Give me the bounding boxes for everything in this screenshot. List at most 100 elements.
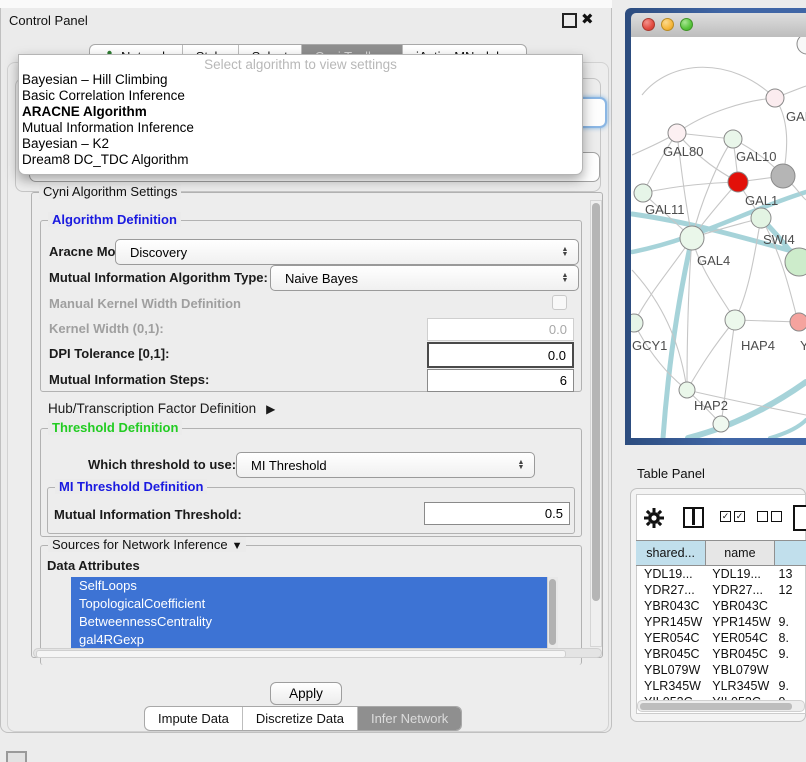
- table-cell: YER054C: [706, 630, 774, 646]
- table-row[interactable]: YPR145WYPR145W9.: [636, 614, 806, 630]
- manual-kernel-checkbox[interactable]: [552, 295, 567, 310]
- table-body: YDL19...YDL19...13YDR27...YDR27...12YBR0…: [636, 566, 806, 710]
- table-cell: YLR345W: [636, 678, 706, 694]
- network-node[interactable]: [771, 164, 795, 188]
- expanded-arrow-icon: ▼: [232, 540, 243, 552]
- mi-algorithm-type-select[interactable]: Naive Bayes ▲▼: [270, 265, 579, 291]
- attribute-list-item[interactable]: SelfLoops: [71, 577, 558, 595]
- combo-arrows-icon: ▲▼: [557, 273, 573, 283]
- network-node-gal1[interactable]: [728, 172, 748, 192]
- settings-horizontal-scrollbar[interactable]: [33, 648, 602, 658]
- network-node-y[interactable]: [790, 313, 806, 331]
- network-node-hap2[interactable]: [679, 382, 695, 398]
- attribute-list-item[interactable]: TopologicalCoefficient: [71, 595, 558, 613]
- network-node-hap4[interactable]: [725, 310, 745, 330]
- table-cell: YBR043C: [706, 598, 774, 614]
- table-row[interactable]: YBR043CYBR043C: [636, 598, 806, 614]
- table-cell: 12: [775, 582, 806, 598]
- table-row[interactable]: YER054CYER054C8.: [636, 630, 806, 646]
- node-label: HAP2: [694, 398, 728, 413]
- which-threshold-value: MI Threshold: [237, 458, 513, 473]
- algorithm-option[interactable]: ARACNE Algorithm: [19, 104, 582, 120]
- table-row[interactable]: YLR345WYLR345W9.: [636, 678, 806, 694]
- attributes-list-scrollbar[interactable]: [547, 577, 558, 649]
- collapsed-panel-icon[interactable]: [6, 751, 27, 762]
- mi-threshold-group-title: MI Threshold Definition: [55, 479, 207, 494]
- close-traffic-light-icon[interactable]: [642, 18, 655, 31]
- node-label: GAL4: [697, 253, 730, 268]
- network-node-gal4[interactable]: [680, 226, 704, 250]
- node-label: HAP4: [741, 338, 775, 353]
- hub-tf-definition-toggle[interactable]: Hub/Transcription Factor Definition▶: [48, 401, 275, 416]
- algorithm-option[interactable]: Basic Correlation Inference: [19, 88, 582, 104]
- table-row[interactable]: YBL079WYBL079W: [636, 662, 806, 678]
- tab-discretize-data[interactable]: Discretize Data: [243, 707, 358, 730]
- panel-title: Control Panel: [9, 13, 88, 28]
- network-window-titlebar[interactable]: [631, 13, 806, 38]
- tab-impute-data[interactable]: Impute Data: [145, 707, 243, 730]
- node-label: GAL1: [745, 193, 778, 208]
- aracne-mode-select[interactable]: Discovery ▲▼: [115, 239, 579, 265]
- sources-title-text: Sources for Network Inference: [52, 537, 228, 552]
- settings-gear-icon[interactable]: [643, 507, 665, 529]
- zoom-traffic-light-icon[interactable]: [680, 18, 693, 31]
- algorithm-definition-group: Algorithm Definition Aracne Mode: Discov…: [40, 220, 582, 392]
- table-row[interactable]: YBR045CYBR045C9.: [636, 646, 806, 662]
- deselect-all-icon[interactable]: [757, 511, 785, 529]
- attribute-list-item[interactable]: BetweennessCentrality: [71, 613, 558, 631]
- tab-label: Impute Data: [158, 711, 229, 726]
- sources-group-title[interactable]: Sources for Network Inference ▼: [48, 537, 246, 552]
- algorithm-option[interactable]: Bayesian – K2: [19, 136, 582, 152]
- mi-steps-field[interactable]: [427, 369, 574, 392]
- table-horizontal-scrollbar[interactable]: [637, 700, 805, 712]
- table-cell: YPR145W: [636, 614, 706, 630]
- network-canvas[interactable]: GALGAL80GAL10GAL1GAL11SWI4GAL4GCY1HAP4YH…: [631, 37, 806, 438]
- new-table-icon[interactable]: [793, 505, 806, 531]
- column-layout-icon[interactable]: [683, 507, 704, 528]
- algorithm-option[interactable]: Bayesian – Hill Climbing: [19, 72, 582, 88]
- threshold-definition-group: Threshold Definition Which threshold to …: [40, 428, 582, 537]
- combo-arrows-icon: ▲▼: [513, 460, 529, 470]
- table-cell: 8.: [775, 630, 806, 646]
- mi-type-value: Naive Bayes: [271, 271, 557, 286]
- node-label: GAL: [786, 109, 806, 124]
- close-icon[interactable]: ✖: [581, 10, 594, 28]
- dpi-tolerance-field[interactable]: [427, 342, 574, 368]
- data-attributes-list[interactable]: SelfLoopsTopologicalCoefficientBetweenne…: [71, 577, 558, 649]
- node-label: GAL11: [645, 202, 685, 217]
- table-header: shared... name: [636, 540, 806, 566]
- network-node-gcy1[interactable]: [631, 314, 643, 332]
- attribute-list-item[interactable]: gal4RGexp: [71, 631, 558, 649]
- column-header-name[interactable]: name: [706, 541, 774, 565]
- algorithm-option[interactable]: Mutual Information Inference: [19, 120, 582, 136]
- settings-vertical-scrollbar[interactable]: [590, 200, 602, 647]
- table-row[interactable]: YDR27...YDR27...12: [636, 582, 806, 598]
- sources-group: Sources for Network Inference▼ Data Attr…: [40, 545, 582, 665]
- algorithm-popup-list: Bayesian – Hill ClimbingBasic Correlatio…: [19, 72, 582, 168]
- table-row[interactable]: YDL19...YDL19...13: [636, 566, 806, 582]
- tab-infer-network[interactable]: Infer Network: [358, 707, 461, 730]
- kernel-width-label: Kernel Width (0,1):: [49, 321, 164, 336]
- network-node-gal11[interactable]: [634, 184, 652, 202]
- column-header-partial[interactable]: [775, 541, 806, 565]
- cyni-algorithm-settings-group: Cyni Algorithm Settings Algorithm Defini…: [31, 192, 603, 658]
- select-all-icon[interactable]: ✓✓: [720, 511, 748, 529]
- which-threshold-select[interactable]: MI Threshold ▲▼: [236, 452, 535, 478]
- mi-threshold-label: Mutual Information Threshold:: [54, 507, 242, 522]
- algorithm-option[interactable]: Dream8 DC_TDC Algorithm: [19, 152, 582, 168]
- network-node-gal10[interactable]: [724, 130, 742, 148]
- mi-threshold-field[interactable]: [424, 502, 570, 525]
- network-node[interactable]: [797, 37, 806, 54]
- network-node[interactable]: [713, 416, 729, 432]
- network-node-gal80[interactable]: [668, 124, 686, 142]
- column-header-shared[interactable]: shared...: [636, 541, 706, 565]
- apply-button[interactable]: Apply: [270, 682, 342, 705]
- network-node-gal[interactable]: [766, 89, 784, 107]
- kernel-width-field[interactable]: [427, 318, 574, 341]
- table-cell: 9.: [775, 614, 806, 630]
- float-window-icon[interactable]: [562, 13, 577, 28]
- network-node-swi4[interactable]: [751, 208, 771, 228]
- algorithm-dropdown-popup: Select algorithm to view settings Bayesi…: [18, 54, 583, 175]
- minimize-traffic-light-icon[interactable]: [661, 18, 674, 31]
- table-cell: 9.: [775, 646, 806, 662]
